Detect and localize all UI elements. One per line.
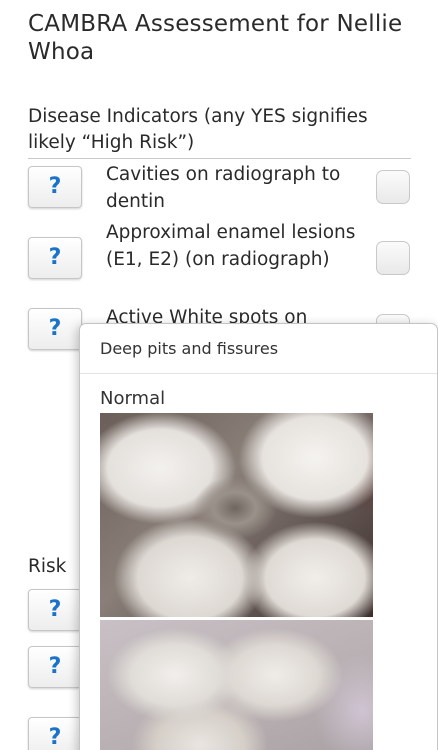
page-title: CAMBRA Assessement for Nellie Whoa: [28, 11, 403, 65]
indicator-label: Approximal enamel lesions (E1, E2) (on r…: [106, 222, 356, 270]
help-popover[interactable]: Deep pits and fissures Normal: [79, 323, 438, 750]
popover-divider: [80, 373, 437, 374]
help-button[interactable]: ?: [28, 237, 82, 279]
indicator-label: Cavities on radiograph to dentin: [106, 164, 341, 212]
indicator-row-cavities: ? Cavities on radiograph to dentin: [28, 162, 412, 216]
cambra-assessment-screen: CAMBRA Assessement for Nellie Whoa Disea…: [0, 0, 438, 750]
help-button[interactable]: ?: [28, 646, 82, 688]
disease-indicators-heading: Disease Indicators (any YES signifies li…: [28, 104, 411, 159]
tooth-photo-second: [100, 618, 373, 750]
tooth-photo-normal: [100, 413, 373, 617]
help-button[interactable]: ?: [28, 717, 82, 750]
example-label: Normal: [100, 388, 166, 409]
popover-title: Deep pits and fissures: [100, 339, 279, 358]
help-button[interactable]: ?: [28, 308, 82, 350]
indicator-checkbox[interactable]: [376, 241, 410, 275]
risk-factors-heading: Risk: [28, 556, 67, 577]
indicator-checkbox[interactable]: [376, 170, 410, 204]
help-button[interactable]: ?: [28, 166, 82, 208]
indicator-row-approximal-lesions: ? Approximal enamel lesions (E1, E2) (on…: [28, 219, 412, 301]
help-button[interactable]: ?: [28, 589, 82, 631]
